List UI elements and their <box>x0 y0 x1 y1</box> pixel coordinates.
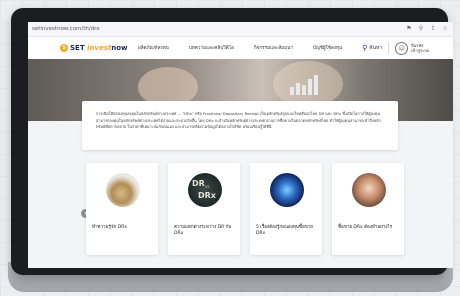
globe-thumbnail <box>270 173 304 207</box>
description-text: การเปิดให้นักลงทุนลงทุนในหลักทรัพย์ต่างป… <box>96 111 381 129</box>
hero-chart-graphic <box>290 71 326 95</box>
bookmark-icon[interactable]: ☆ <box>441 25 449 33</box>
login-label: ลืมรหัส เข้าสู่ระบบ <box>411 43 430 53</box>
nav-item-products[interactable]: ผลิตภัณฑ์ลงทุน <box>138 45 169 52</box>
article-card[interactable]: DR vs DRx ความแตกต่างระหว่าง DR กับ DRx <box>168 163 240 255</box>
zoom-icon[interactable]: ⚲ <box>417 25 425 33</box>
nav-item-articles[interactable]: บทความและคลิปวิดีโอ <box>189 45 234 52</box>
search-button[interactable]: ⚲ ค้นหา <box>362 44 382 52</box>
browser-address-bar: setinvestnow.com/th/drx ⚑ ⚲ ⇪ ☆ <box>28 22 453 37</box>
coins-thumbnail <box>106 173 140 207</box>
nav-item-events[interactable]: กิจกรรมและสัมมนา <box>254 45 293 52</box>
article-title: ซื้อขาย DRx ต้องทำอย่างไร <box>338 225 393 230</box>
laptop-screen: setinvestnow.com/th/drx ⚑ ⚲ ⇪ ☆ S SET in… <box>28 22 453 268</box>
url-text[interactable]: setinvestnow.com/th/drx <box>32 26 405 32</box>
translate-icon[interactable]: ⚑ <box>405 25 413 33</box>
share-icon[interactable]: ⇪ <box>429 25 437 33</box>
search-icon: ⚲ <box>362 44 368 52</box>
search-label: ค้นหา <box>369 45 383 51</box>
dr-vs-drx-thumbnail: DR vs DRx <box>188 173 222 207</box>
logo-text: SET investnow <box>70 44 128 52</box>
laptop-frame: setinvestnow.com/th/drx ⚑ ⚲ ⇪ ☆ S SET in… <box>11 8 453 275</box>
article-title: ความแตกต่างระหว่าง DR กับ DRx <box>174 225 232 236</box>
article-title: 5 เรื่องต้องรู้ก่อนลงทุนซื้อขาย DRx <box>256 225 313 236</box>
site-header: S SET investnow ผลิตภัณฑ์ลงทุน บทความและ… <box>28 37 453 60</box>
nav-item-accounts[interactable]: บัญชีผู้ใช้ลงทุน <box>313 45 342 52</box>
user-icon: ☺ <box>395 41 409 55</box>
description-card: การเปิดให้นักลงทุนลงทุนในหลักทรัพย์ต่างป… <box>82 101 398 150</box>
person-thumbnail <box>352 173 386 207</box>
site-logo[interactable]: S SET investnow <box>60 44 138 52</box>
nav-divider <box>388 42 390 54</box>
article-card[interactable]: ทำความรู้จัก DRx <box>86 163 158 255</box>
article-card[interactable]: ซื้อขาย DRx ต้องทำอย่างไร <box>332 163 404 255</box>
login-button[interactable]: ☺ ลืมรหัส เข้าสู่ระบบ <box>395 41 430 55</box>
article-title: ทำความรู้จัก DRx <box>92 225 127 230</box>
article-carousel: ทำความรู้จัก DRx DR vs DRx ความแตกต่างระ… <box>86 163 404 255</box>
article-card[interactable]: 5 เรื่องต้องรู้ก่อนลงทุนซื้อขาย DRx <box>250 163 322 255</box>
logo-icon: S <box>60 44 68 52</box>
